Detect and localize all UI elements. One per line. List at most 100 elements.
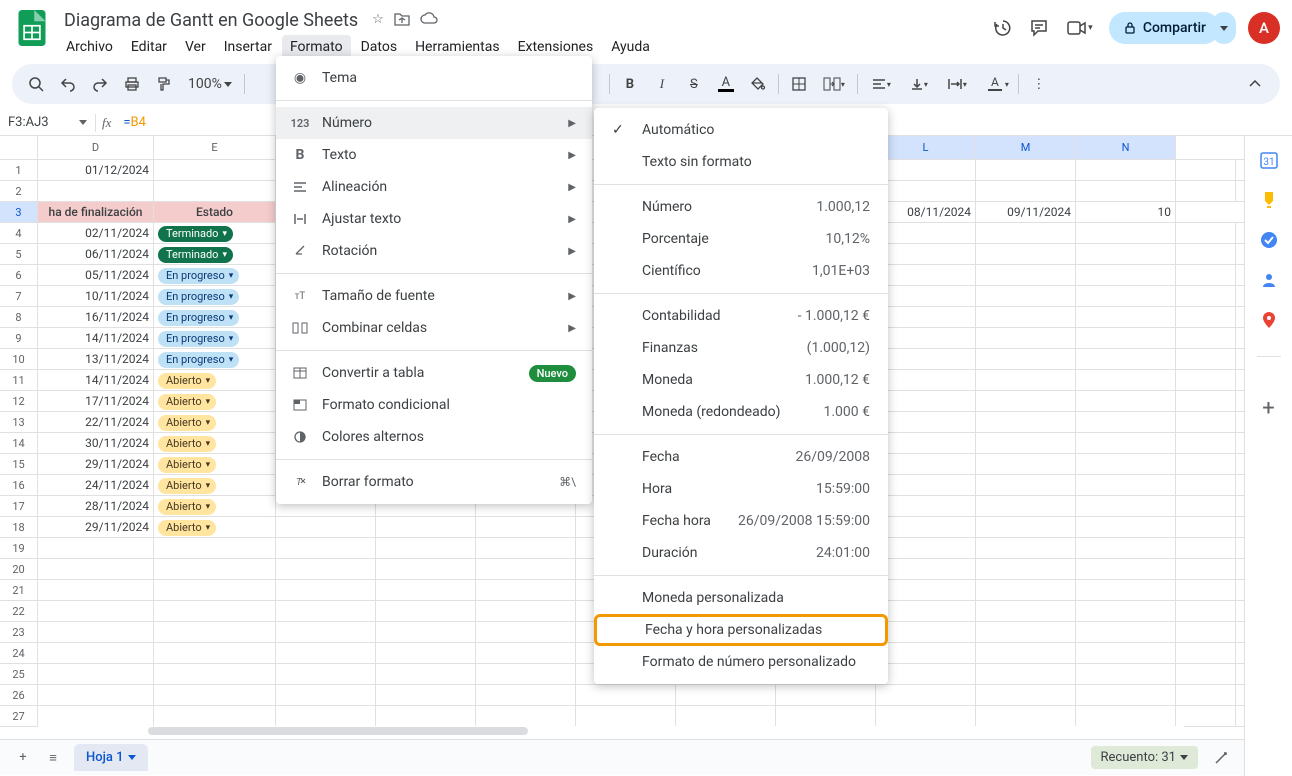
h-align-icon[interactable]: ▾: [864, 70, 898, 98]
cell[interactable]: [1176, 601, 1236, 621]
row-header[interactable]: 11: [0, 370, 38, 390]
share-dropdown[interactable]: [1212, 12, 1236, 44]
share-button[interactable]: Compartir: [1109, 12, 1220, 44]
col-header[interactable]: M: [976, 136, 1076, 159]
cell[interactable]: [376, 538, 476, 558]
cell[interactable]: Abierto: [154, 391, 276, 411]
borders-icon[interactable]: [785, 70, 813, 98]
cell[interactable]: 24/11/2024: [38, 475, 154, 495]
menu-item-custom-currency[interactable]: Moneda personalizada: [594, 582, 888, 614]
cell[interactable]: [38, 559, 154, 579]
cell[interactable]: [876, 370, 976, 390]
cell[interactable]: [1176, 244, 1236, 264]
menu-item-auto[interactable]: ✓Automático: [594, 114, 888, 146]
menu-item-number[interactable]: 123Número▶: [276, 107, 592, 139]
add-sheet-icon[interactable]: +: [8, 743, 38, 773]
row-header[interactable]: 22: [0, 601, 38, 621]
cell[interactable]: [1076, 559, 1176, 579]
cell[interactable]: [976, 706, 1076, 726]
cell[interactable]: [476, 538, 576, 558]
cell[interactable]: [876, 391, 976, 411]
fill-color-icon[interactable]: [744, 70, 772, 98]
cell[interactable]: [1076, 223, 1176, 243]
row-header[interactable]: 12: [0, 391, 38, 411]
col-header[interactable]: L: [876, 136, 976, 159]
cell[interactable]: [1076, 412, 1176, 432]
status-chip[interactable]: Abierto: [158, 478, 216, 494]
cell[interactable]: [1076, 685, 1176, 705]
cell[interactable]: [376, 706, 476, 726]
keep-icon[interactable]: [1259, 190, 1279, 210]
cell[interactable]: [1176, 664, 1236, 684]
cell[interactable]: [876, 433, 976, 453]
cell[interactable]: 13/11/2024: [38, 349, 154, 369]
cell[interactable]: [1176, 685, 1236, 705]
status-chip[interactable]: En progreso: [158, 289, 239, 305]
cell[interactable]: [1176, 517, 1236, 537]
cell[interactable]: [876, 160, 976, 180]
menu-item-fontsize[interactable]: ᴛTTamaño de fuente▶: [276, 280, 592, 312]
cell[interactable]: [1076, 433, 1176, 453]
status-chip[interactable]: Terminado: [158, 226, 233, 242]
cell[interactable]: [154, 559, 276, 579]
cell[interactable]: [1076, 580, 1176, 600]
menu-item-custom-number[interactable]: Formato de número personalizado: [594, 646, 888, 678]
cell[interactable]: [976, 244, 1076, 264]
cell[interactable]: [38, 181, 154, 201]
cell[interactable]: [876, 622, 976, 642]
cloud-status-icon[interactable]: [420, 12, 438, 30]
row-header[interactable]: 19: [0, 538, 38, 558]
menu-item-custom-datetime[interactable]: Fecha y hora personalizadas: [594, 614, 888, 646]
move-icon[interactable]: [394, 12, 410, 30]
menu-item-scientific[interactable]: Científico1,01E+03: [594, 255, 888, 287]
cell[interactable]: [376, 517, 476, 537]
cell[interactable]: [1176, 160, 1236, 180]
cell[interactable]: [976, 328, 1076, 348]
col-header[interactable]: N: [1076, 136, 1176, 159]
cell[interactable]: [476, 580, 576, 600]
menu-item-clear[interactable]: TBorrar formato⌘\: [276, 466, 592, 498]
cell[interactable]: [976, 391, 1076, 411]
cell[interactable]: 08/11/2024: [876, 202, 976, 222]
cell[interactable]: [276, 559, 376, 579]
cell[interactable]: [876, 706, 976, 726]
cell[interactable]: [1076, 391, 1176, 411]
cell[interactable]: 22/11/2024: [38, 412, 154, 432]
menu-archivo[interactable]: Archivo: [58, 35, 121, 59]
cell[interactable]: [276, 685, 376, 705]
cell[interactable]: [1176, 580, 1236, 600]
cell[interactable]: [776, 685, 876, 705]
cell[interactable]: Abierto: [154, 475, 276, 495]
cell[interactable]: ha de finalización: [38, 202, 154, 222]
cell[interactable]: [1176, 622, 1236, 642]
menu-item-plaintext[interactable]: Texto sin formato: [594, 146, 888, 178]
cell[interactable]: 28/11/2024: [38, 496, 154, 516]
cell[interactable]: [38, 580, 154, 600]
status-chip[interactable]: Terminado: [158, 247, 233, 263]
undo-icon[interactable]: [54, 70, 82, 98]
cell[interactable]: [1176, 454, 1236, 474]
cell[interactable]: [876, 454, 976, 474]
cell[interactable]: [476, 517, 576, 537]
status-chip[interactable]: Abierto: [158, 436, 216, 452]
cell[interactable]: [1076, 370, 1176, 390]
cell[interactable]: [154, 538, 276, 558]
row-header[interactable]: 15: [0, 454, 38, 474]
cell[interactable]: [976, 538, 1076, 558]
menu-item-date[interactable]: Fecha26/09/2008: [594, 441, 888, 473]
menu-item-altcolors[interactable]: Colores alternos: [276, 421, 592, 453]
cell[interactable]: [38, 622, 154, 642]
menu-item-datetime[interactable]: Fecha hora26/09/2008 15:59:00: [594, 505, 888, 537]
status-chip[interactable]: En progreso: [158, 331, 239, 347]
cell[interactable]: [876, 349, 976, 369]
cell[interactable]: [38, 664, 154, 684]
row-header[interactable]: 14: [0, 433, 38, 453]
cell[interactable]: [1076, 349, 1176, 369]
cell[interactable]: [1176, 538, 1236, 558]
redo-icon[interactable]: [86, 70, 114, 98]
cell[interactable]: [876, 328, 976, 348]
row-header[interactable]: 17: [0, 496, 38, 516]
cell[interactable]: [476, 685, 576, 705]
status-chip[interactable]: Abierto: [158, 394, 216, 410]
menu-ver[interactable]: Ver: [177, 35, 214, 59]
